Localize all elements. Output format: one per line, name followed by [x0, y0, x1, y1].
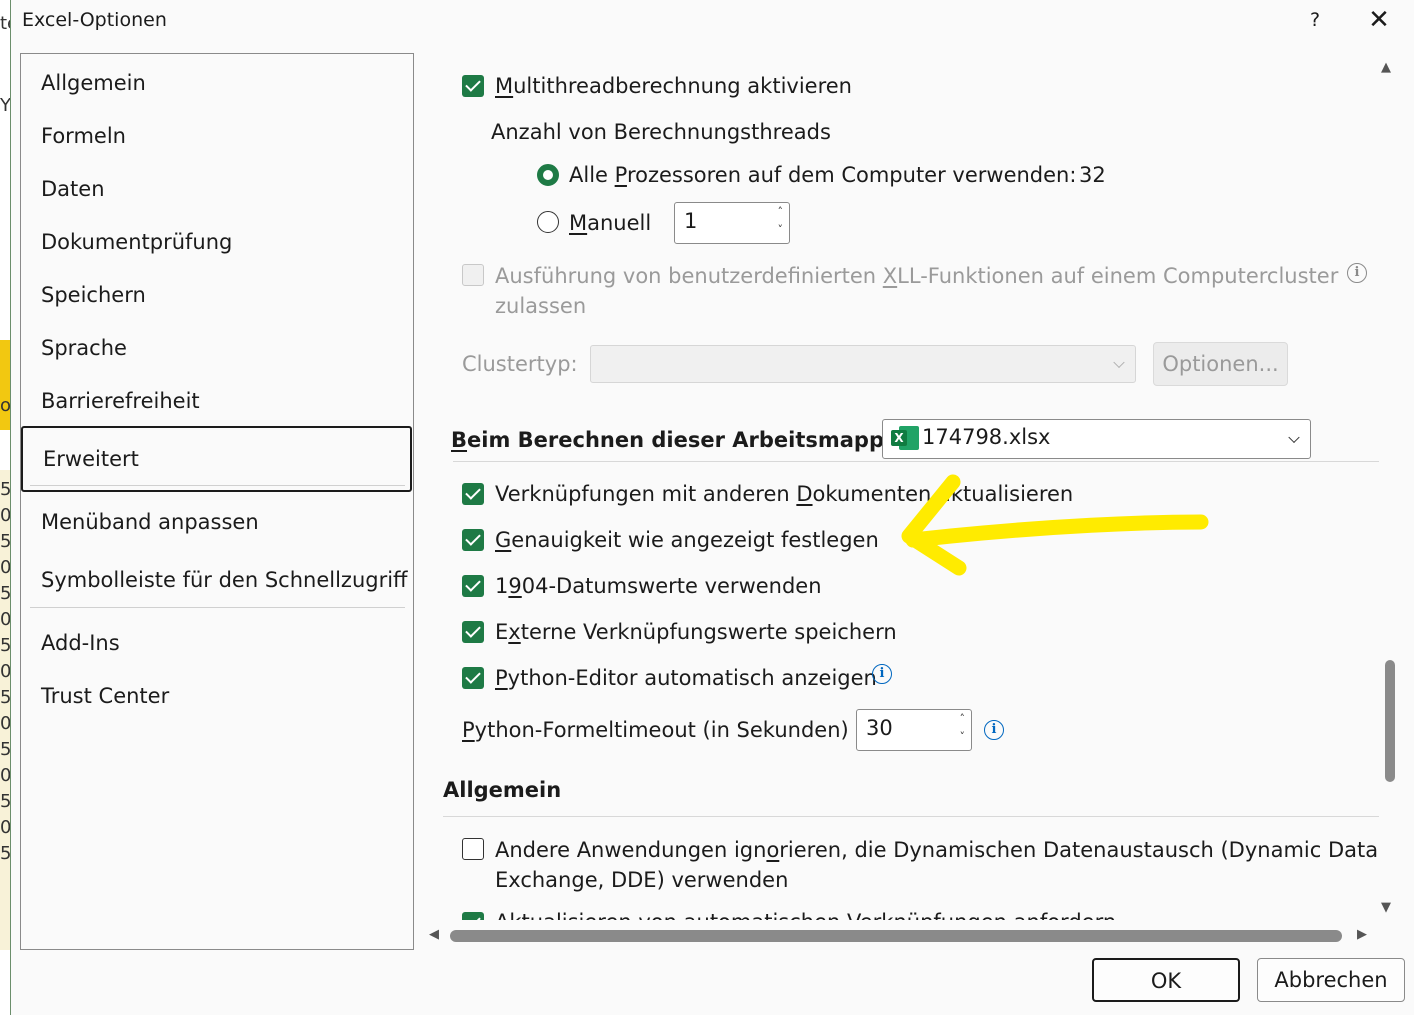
stepper-up-icon[interactable]: ˄	[960, 712, 966, 725]
background-cell: 0	[0, 661, 10, 682]
date-1904-checkbox[interactable]	[462, 575, 484, 597]
scroll-down-icon[interactable]: ▼	[1381, 900, 1391, 915]
title-bar: Excel-Optionen ? ✕	[11, 0, 1414, 44]
annotation-arrow	[901, 474, 1209, 576]
sidebar-item-formeln[interactable]: Formeln	[21, 113, 413, 159]
cancel-button[interactable]: Abbrechen	[1257, 958, 1405, 1002]
cluster-type-label: Clustertyp:	[462, 352, 578, 376]
sidebar-nav: Allgemein Formeln Daten Dokumentprüfung …	[20, 53, 414, 950]
xll-cluster-label[interactable]: Ausführung von benutzerdefinierten XLL-F…	[495, 264, 1338, 288]
python-editor-label[interactable]: Python-Editor automatisch anzeigen	[495, 666, 877, 690]
precision-as-displayed-checkbox[interactable]	[462, 529, 484, 551]
workbook-dropdown[interactable]: X 174798.xlsx	[882, 419, 1311, 459]
request-auto-links-checkbox[interactable]	[462, 912, 484, 920]
info-icon[interactable]: i	[872, 664, 892, 684]
sidebar-item-trust-center[interactable]: Trust Center	[21, 673, 413, 719]
section-divider	[443, 816, 1379, 817]
background-cell: o	[0, 395, 10, 416]
background-cell: 0	[0, 713, 10, 734]
all-processors-radio[interactable]	[537, 164, 559, 186]
ignore-dde-label[interactable]: Andere Anwendungen ignorieren, die Dynam…	[495, 838, 1378, 862]
python-timeout-value: 30	[866, 716, 893, 740]
ignore-dde-checkbox[interactable]	[462, 838, 484, 860]
request-auto-links-label[interactable]: Aktualisieren von automatischen Verknüpf…	[495, 910, 1116, 920]
workbook-section-label: Beim Berechnen dieser Arbeitsmappe:	[451, 428, 907, 452]
sidebar-item-speichern[interactable]: Speichern	[21, 272, 413, 318]
scroll-left-icon[interactable]: ◀	[429, 927, 439, 942]
sidebar-item-sprache[interactable]: Sprache	[21, 325, 413, 371]
sidebar-item-allgemein[interactable]: Allgemein	[21, 60, 413, 106]
cluster-type-dropdown[interactable]	[590, 345, 1136, 383]
update-links-checkbox[interactable]	[462, 483, 484, 505]
manual-threads-value: 1	[684, 209, 698, 233]
multithread-label[interactable]: Multithreadberechnung aktivieren	[495, 74, 852, 98]
manual-radio[interactable]	[537, 211, 559, 233]
background-cell: 0	[0, 557, 10, 578]
processor-count: 32	[1079, 163, 1106, 187]
stepper-up-icon[interactable]: ˄	[778, 205, 784, 218]
date-1904-label[interactable]: 1904-Datumswerte verwenden	[495, 574, 822, 598]
background-cell: 5	[0, 479, 10, 500]
help-button[interactable]: ?	[1301, 6, 1329, 34]
python-editor-checkbox[interactable]	[462, 667, 484, 689]
multithread-checkbox[interactable]	[462, 75, 484, 97]
sidebar-separator	[30, 485, 405, 486]
threads-heading: Anzahl von Berechnungsthreads	[491, 120, 831, 144]
selected-workbook: 174798.xlsx	[922, 425, 1051, 449]
ok-button[interactable]: OK	[1092, 958, 1240, 1002]
options-dialog: Excel-Optionen ? ✕ Allgemein Formeln Dat…	[10, 0, 1414, 1015]
background-cell: Y	[0, 95, 10, 116]
excel-file-icon: X	[891, 425, 919, 451]
dialog-title: Excel-Optionen	[22, 9, 167, 31]
sidebar-item-schnellzugriff[interactable]: Symbolleiste für den Schnellzugriff	[21, 557, 413, 603]
background-cell: 0	[0, 817, 10, 838]
general-section-title: Allgemein	[443, 778, 562, 802]
chevron-down-icon	[1288, 431, 1300, 444]
background-cell: 0	[0, 505, 10, 526]
background-cell: 5	[0, 843, 10, 864]
precision-as-displayed-label[interactable]: Genauigkeit wie angezeigt festlegen	[495, 528, 879, 552]
info-icon[interactable]: i	[984, 720, 1004, 740]
ignore-dde-label-line2: Exchange, DDE) verwenden	[495, 868, 789, 892]
sidebar-item-add-ins[interactable]: Add-Ins	[21, 620, 413, 666]
vertical-scrollbar-thumb[interactable]	[1385, 660, 1395, 782]
sidebar-item-barrierefreiheit[interactable]: Barrierefreiheit	[21, 378, 413, 424]
background-cell: te	[0, 13, 10, 34]
save-external-links-checkbox[interactable]	[462, 621, 484, 643]
all-processors-label[interactable]: Alle Prozessoren auf dem Computer verwen…	[569, 163, 1076, 187]
xll-cluster-label-line2: zulassen	[495, 294, 587, 318]
background-cell: 5	[0, 583, 10, 604]
scroll-up-icon[interactable]: ▲	[1381, 60, 1391, 75]
close-button[interactable]: ✕	[1363, 6, 1395, 34]
background-cell: 5	[0, 687, 10, 708]
stepper-down-icon[interactable]: ˅	[778, 223, 784, 236]
scroll-right-icon[interactable]: ▶	[1357, 927, 1367, 942]
manual-label[interactable]: Manuell	[569, 211, 651, 235]
background-cell: 5	[0, 635, 10, 656]
background-cell: 5	[0, 791, 10, 812]
save-external-links-label[interactable]: Externe Verknüpfungswerte speichern	[495, 620, 897, 644]
sidebar-separator	[30, 607, 405, 608]
info-icon[interactable]: i	[1347, 263, 1367, 283]
cluster-options-button[interactable]: Optionen...	[1153, 342, 1288, 386]
python-timeout-label: Python-Formeltimeout (in Sekunden)	[462, 718, 849, 742]
background-cell: 0	[0, 765, 10, 786]
sidebar-item-erweitert[interactable]: Erweitert	[21, 426, 412, 492]
python-timeout-stepper[interactable]: 30 ˄ ˅	[856, 709, 972, 751]
background-cell: 5	[0, 739, 10, 760]
background-cell: 0	[0, 609, 10, 630]
section-divider	[453, 461, 1379, 462]
sidebar-item-daten[interactable]: Daten	[21, 166, 413, 212]
chevron-down-icon	[1113, 356, 1125, 369]
manual-threads-stepper[interactable]: 1 ˄ ˅	[674, 202, 790, 244]
xll-cluster-checkbox[interactable]	[462, 264, 484, 286]
background-cell: 5	[0, 531, 10, 552]
sidebar-item-dokumentpruefung[interactable]: Dokumentprüfung	[21, 219, 413, 265]
stepper-down-icon[interactable]: ˅	[960, 730, 966, 743]
sidebar-item-menueband-anpassen[interactable]: Menüband anpassen	[21, 499, 413, 545]
horizontal-scrollbar-thumb[interactable]	[450, 930, 1342, 942]
